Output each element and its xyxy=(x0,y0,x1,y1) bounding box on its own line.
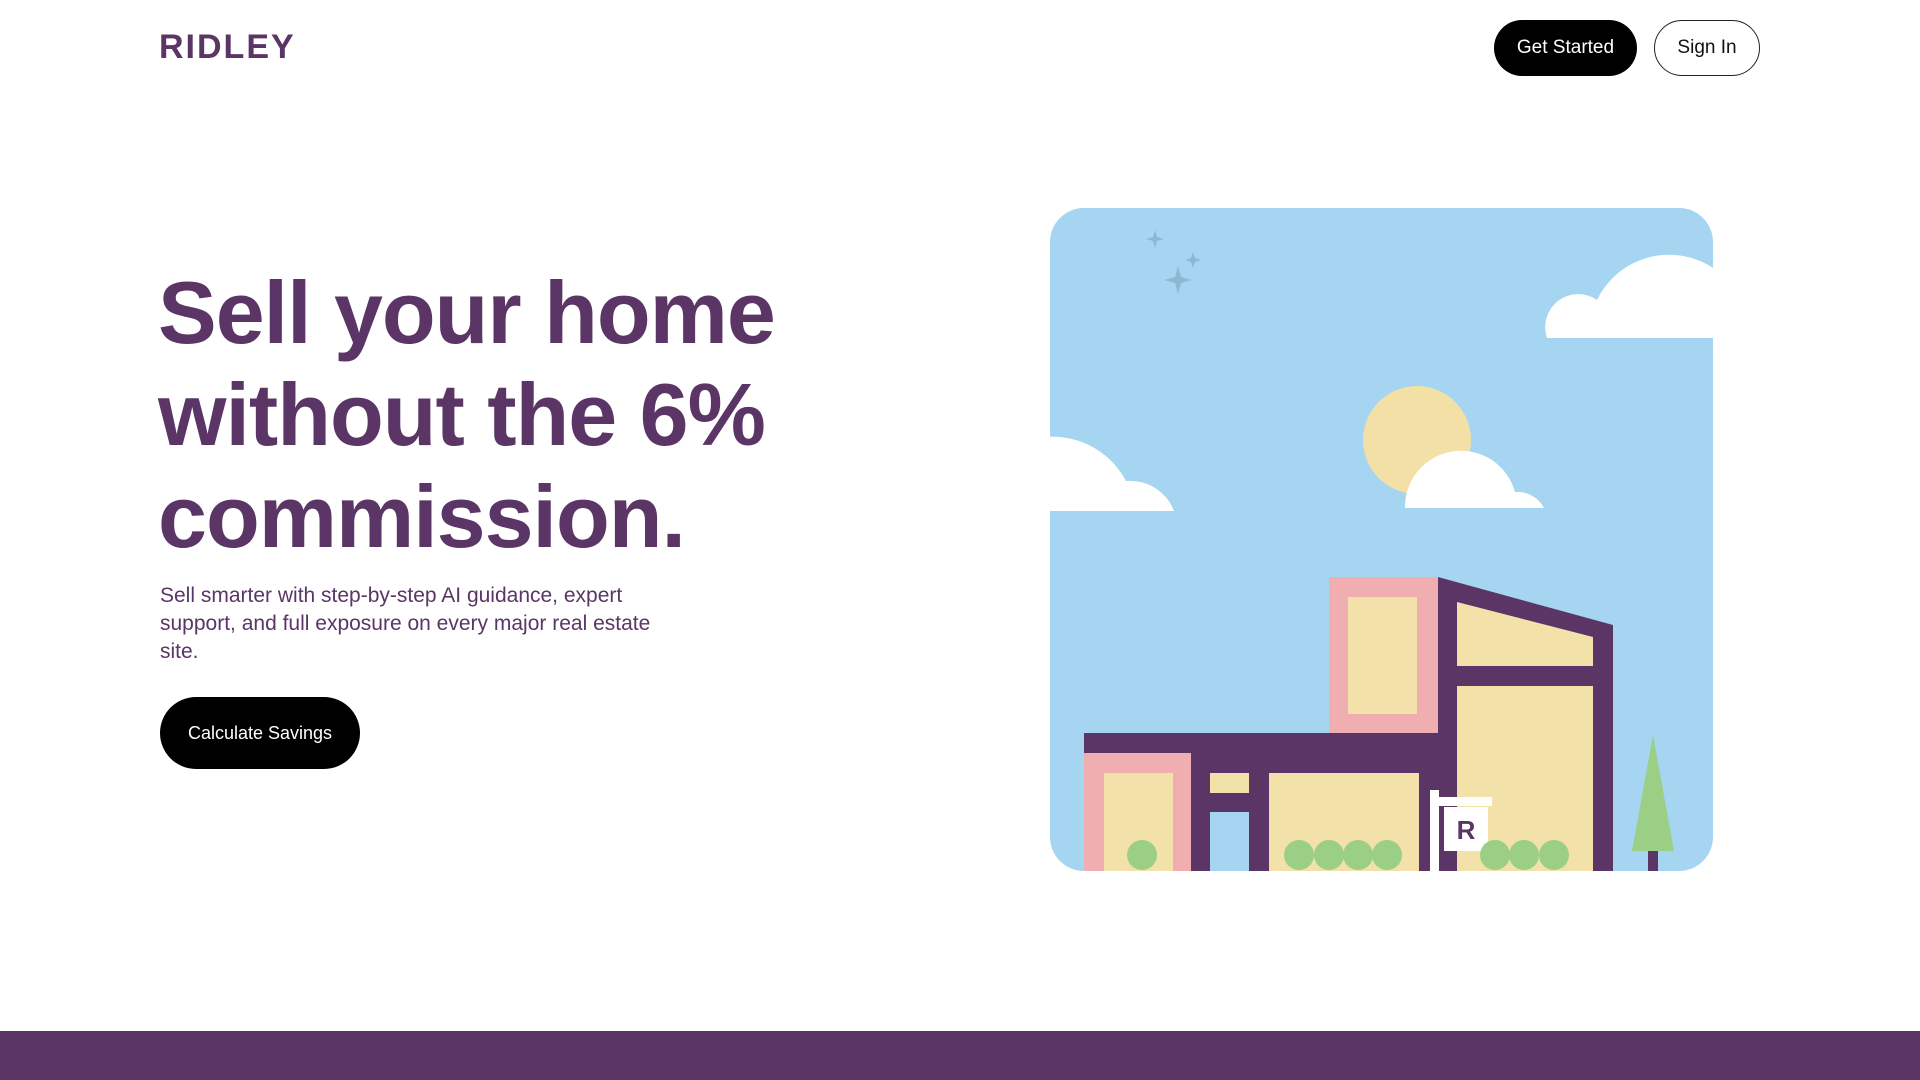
hero-title-line-3: commission. xyxy=(158,467,686,566)
hero-title: Sell your home without the 6% commission… xyxy=(158,262,858,568)
hero-title-line-2: without the 6% xyxy=(158,365,766,464)
page: RIDLEY Get Started Sign In Sell your hom… xyxy=(0,0,1920,1080)
get-started-button[interactable]: Get Started xyxy=(1494,20,1637,76)
sign-letter: R xyxy=(1457,815,1476,845)
hero-illustration: R xyxy=(960,200,1760,880)
calculate-savings-button[interactable]: Calculate Savings xyxy=(160,697,360,769)
logo[interactable]: RIDLEY xyxy=(159,28,296,67)
house-illustration: R xyxy=(970,208,1750,871)
sign-in-button[interactable]: Sign In xyxy=(1654,20,1760,76)
hero-subtitle: Sell smarter with step-by-step AI guidan… xyxy=(160,584,651,663)
hero-title-line-1: Sell your home xyxy=(158,263,776,362)
footer-band xyxy=(0,1031,1920,1080)
